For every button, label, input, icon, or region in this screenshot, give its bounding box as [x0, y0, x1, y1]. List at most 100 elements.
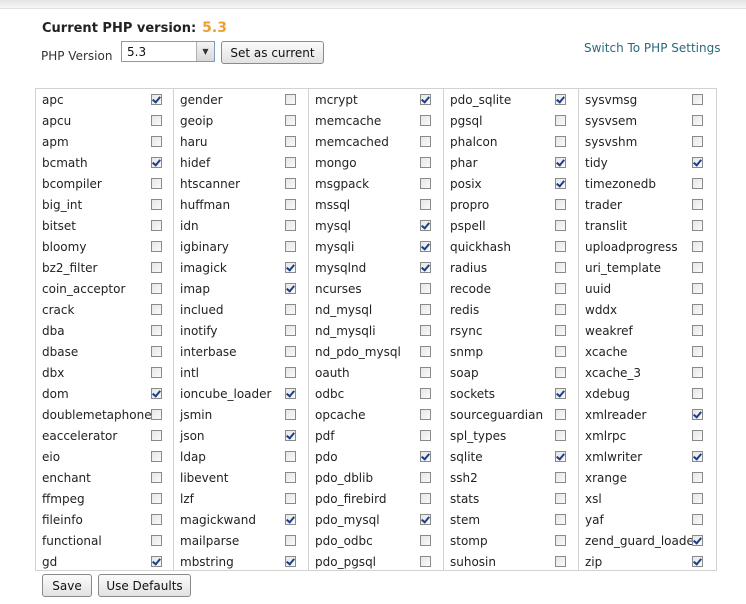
- extension-checkbox[interactable]: [285, 535, 296, 546]
- extension-checkbox[interactable]: [692, 220, 703, 231]
- extension-checkbox[interactable]: [285, 493, 296, 504]
- extension-checkbox[interactable]: [420, 367, 431, 378]
- extension-checkbox[interactable]: [151, 283, 162, 294]
- extension-checkbox[interactable]: [285, 409, 296, 420]
- extension-checkbox[interactable]: [151, 325, 162, 336]
- extension-checkbox[interactable]: [692, 94, 703, 105]
- extension-checkbox[interactable]: [285, 262, 296, 273]
- extension-checkbox[interactable]: [285, 241, 296, 252]
- extension-checkbox[interactable]: [692, 115, 703, 126]
- extension-checkbox[interactable]: [151, 472, 162, 483]
- extension-checkbox[interactable]: [285, 430, 296, 441]
- extension-checkbox[interactable]: [285, 178, 296, 189]
- php-version-select[interactable]: 5.3 ▼: [121, 41, 215, 62]
- extension-checkbox[interactable]: [420, 283, 431, 294]
- extension-checkbox[interactable]: [420, 409, 431, 420]
- extension-checkbox[interactable]: [151, 157, 162, 168]
- extension-checkbox[interactable]: [420, 241, 431, 252]
- extension-checkbox[interactable]: [420, 472, 431, 483]
- extension-checkbox[interactable]: [692, 178, 703, 189]
- extension-checkbox[interactable]: [420, 94, 431, 105]
- extension-checkbox[interactable]: [151, 556, 162, 567]
- extension-checkbox[interactable]: [285, 325, 296, 336]
- extension-checkbox[interactable]: [285, 388, 296, 399]
- extension-checkbox[interactable]: [285, 94, 296, 105]
- extension-checkbox[interactable]: [285, 367, 296, 378]
- extension-checkbox[interactable]: [420, 136, 431, 147]
- extension-checkbox[interactable]: [692, 199, 703, 210]
- extension-checkbox[interactable]: [420, 430, 431, 441]
- chevron-down-icon[interactable]: ▼: [196, 42, 214, 61]
- extension-checkbox[interactable]: [151, 94, 162, 105]
- extension-checkbox[interactable]: [692, 304, 703, 315]
- extension-checkbox[interactable]: [285, 157, 296, 168]
- extension-checkbox[interactable]: [420, 535, 431, 546]
- extension-checkbox[interactable]: [420, 262, 431, 273]
- extension-checkbox[interactable]: [555, 472, 566, 483]
- extension-checkbox[interactable]: [285, 451, 296, 462]
- extension-checkbox[interactable]: [420, 115, 431, 126]
- save-button[interactable]: Save: [42, 574, 92, 597]
- extension-checkbox[interactable]: [285, 199, 296, 210]
- extension-checkbox[interactable]: [420, 346, 431, 357]
- extension-checkbox[interactable]: [420, 325, 431, 336]
- extension-checkbox[interactable]: [692, 325, 703, 336]
- extension-checkbox[interactable]: [692, 367, 703, 378]
- extension-checkbox[interactable]: [692, 283, 703, 294]
- extension-checkbox[interactable]: [692, 388, 703, 399]
- extension-checkbox[interactable]: [555, 115, 566, 126]
- extension-checkbox[interactable]: [285, 346, 296, 357]
- extension-checkbox[interactable]: [555, 409, 566, 420]
- extension-checkbox[interactable]: [420, 451, 431, 462]
- extension-checkbox[interactable]: [285, 115, 296, 126]
- extension-checkbox[interactable]: [555, 178, 566, 189]
- extension-checkbox[interactable]: [692, 241, 703, 252]
- extension-checkbox[interactable]: [555, 556, 566, 567]
- extension-checkbox[interactable]: [692, 493, 703, 504]
- extension-checkbox[interactable]: [555, 241, 566, 252]
- extension-checkbox[interactable]: [285, 472, 296, 483]
- extension-checkbox[interactable]: [692, 346, 703, 357]
- extension-checkbox[interactable]: [151, 451, 162, 462]
- extension-checkbox[interactable]: [151, 220, 162, 231]
- extension-checkbox[interactable]: [555, 94, 566, 105]
- extension-checkbox[interactable]: [555, 220, 566, 231]
- extension-checkbox[interactable]: [555, 493, 566, 504]
- extension-checkbox[interactable]: [420, 514, 431, 525]
- extension-checkbox[interactable]: [285, 220, 296, 231]
- extension-checkbox[interactable]: [692, 430, 703, 441]
- extension-checkbox[interactable]: [151, 115, 162, 126]
- extension-checkbox[interactable]: [151, 388, 162, 399]
- extension-checkbox[interactable]: [151, 535, 162, 546]
- extension-checkbox[interactable]: [555, 451, 566, 462]
- extension-checkbox[interactable]: [555, 388, 566, 399]
- extension-checkbox[interactable]: [555, 514, 566, 525]
- extension-checkbox[interactable]: [692, 535, 703, 546]
- extension-checkbox[interactable]: [151, 430, 162, 441]
- extension-checkbox[interactable]: [151, 304, 162, 315]
- extension-checkbox[interactable]: [555, 136, 566, 147]
- extension-checkbox[interactable]: [151, 178, 162, 189]
- extension-checkbox[interactable]: [285, 304, 296, 315]
- switch-to-php-settings-link[interactable]: Switch To PHP Settings: [584, 41, 720, 55]
- extension-checkbox[interactable]: [555, 283, 566, 294]
- extension-checkbox[interactable]: [692, 157, 703, 168]
- extension-checkbox[interactable]: [692, 472, 703, 483]
- extension-checkbox[interactable]: [151, 346, 162, 357]
- extension-checkbox[interactable]: [420, 556, 431, 567]
- set-as-current-button[interactable]: Set as current: [221, 41, 324, 64]
- extension-checkbox[interactable]: [692, 514, 703, 525]
- extension-checkbox[interactable]: [420, 220, 431, 231]
- extension-checkbox[interactable]: [555, 535, 566, 546]
- extension-checkbox[interactable]: [285, 136, 296, 147]
- extension-checkbox[interactable]: [420, 304, 431, 315]
- extension-checkbox[interactable]: [692, 451, 703, 462]
- extension-checkbox[interactable]: [555, 430, 566, 441]
- extension-checkbox[interactable]: [692, 136, 703, 147]
- extension-checkbox[interactable]: [420, 178, 431, 189]
- extension-checkbox[interactable]: [151, 493, 162, 504]
- extension-checkbox[interactable]: [420, 199, 431, 210]
- extension-checkbox[interactable]: [151, 367, 162, 378]
- extension-checkbox[interactable]: [692, 556, 703, 567]
- extension-checkbox[interactable]: [555, 157, 566, 168]
